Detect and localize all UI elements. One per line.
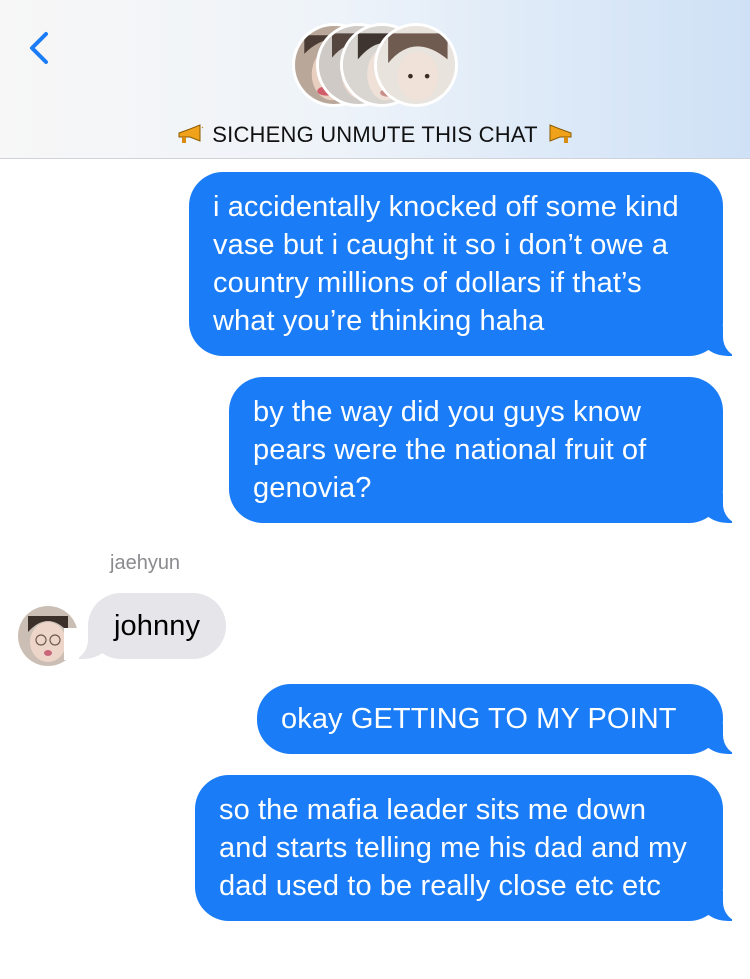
outgoing-message[interactable]: i accidentally knocked off some kind vas… [189, 172, 747, 357]
message-text: johnny [114, 610, 201, 642]
message-text: okay GETTING TO MY POINT [281, 703, 677, 735]
sender-name: jaehyun [110, 552, 181, 574]
chat-title-text: SICHENG UNMUTE THIS CHAT [212, 122, 538, 147]
message-text: so the mafia leader sits me down and sta… [219, 794, 687, 902]
outgoing-message[interactable]: okay GETTING TO MY POINT [257, 684, 747, 755]
chat-header: SICHENG UNMUTE THIS CHAT [0, 0, 750, 159]
outgoing-message[interactable]: by the way did you guys know pears were … [229, 377, 747, 524]
outgoing-message[interactable]: so the mafia leader sits me down and sta… [195, 775, 747, 922]
message-text: i accidentally knocked off some kind vas… [213, 191, 679, 337]
chat-title[interactable]: SICHENG UNMUTE THIS CHAT [0, 117, 750, 153]
incoming-message[interactable]: johnny [63, 593, 227, 660]
megaphone-icon [546, 124, 574, 146]
megaphone-icon [176, 124, 204, 146]
message-text: by the way did you guys know pears were … [253, 396, 647, 504]
back-button[interactable] [18, 22, 62, 74]
chevron-left-icon [30, 32, 48, 64]
avatar [374, 23, 458, 107]
group-avatars[interactable] [292, 23, 462, 109]
